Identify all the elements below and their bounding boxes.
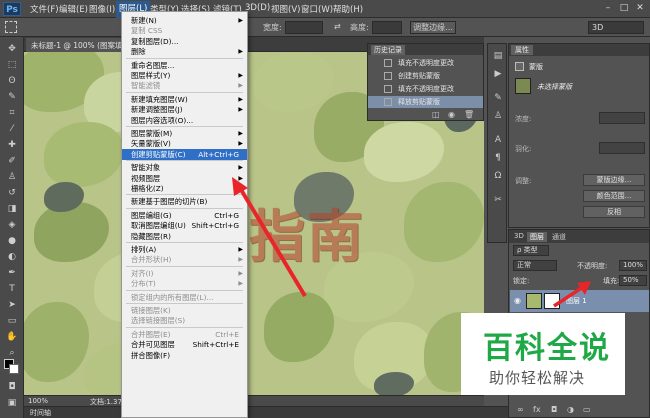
annotation-arrows <box>232 177 591 308</box>
arrow-head <box>232 177 248 196</box>
arrow-to-menu-item <box>238 186 307 298</box>
arrow-to-fill <box>553 285 584 308</box>
